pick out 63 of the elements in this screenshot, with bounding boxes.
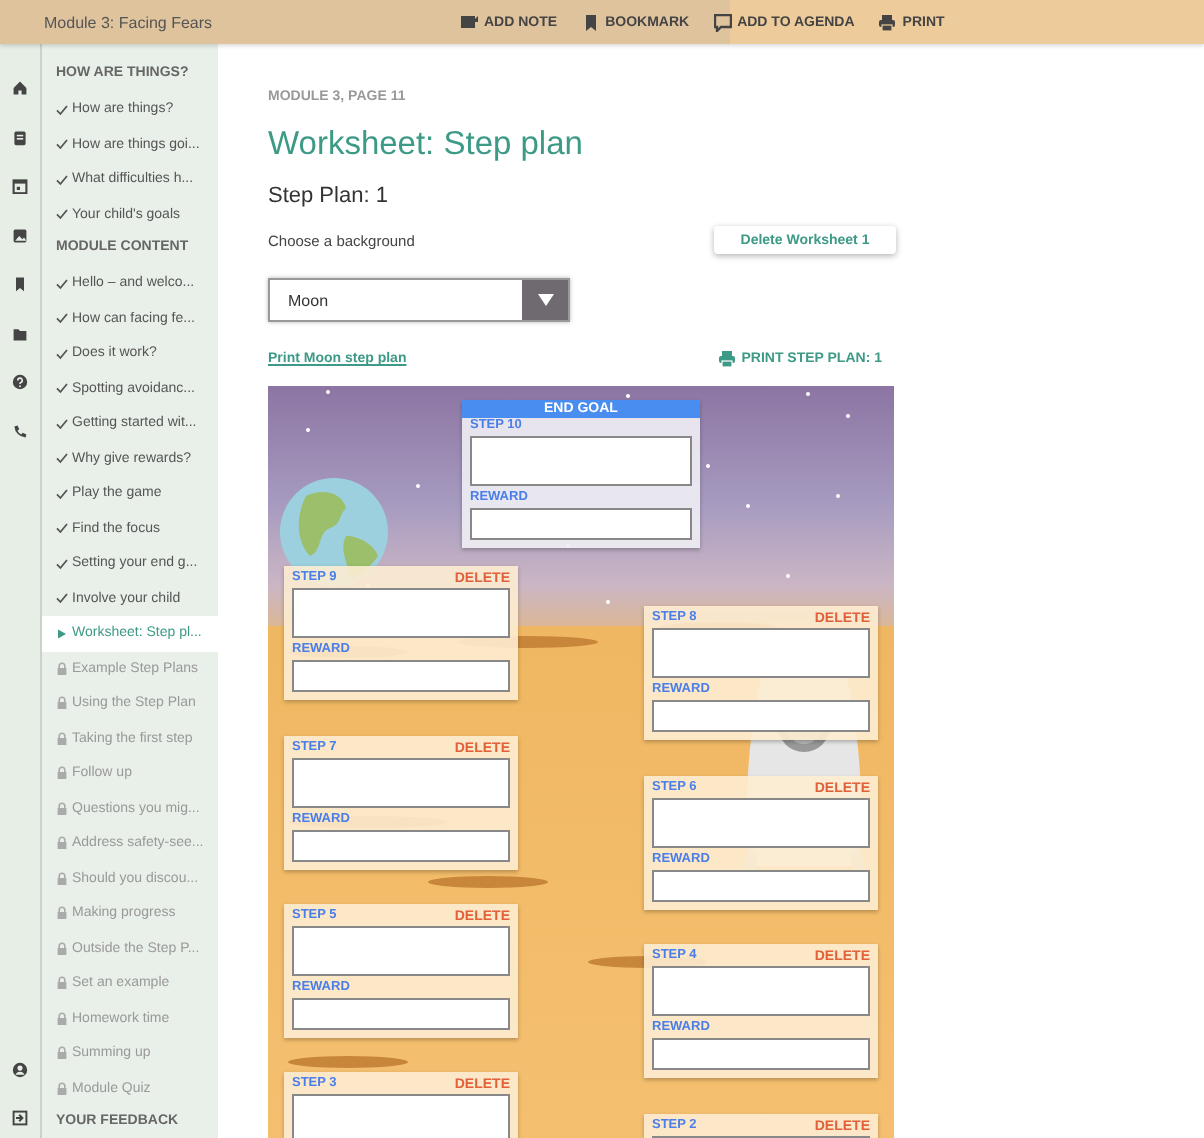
- lock-icon: [56, 1011, 68, 1026]
- reward-field[interactable]: [292, 998, 510, 1030]
- caret-icon: [537, 294, 553, 306]
- check-icon: [56, 347, 68, 360]
- check-icon: [56, 208, 68, 221]
- lock-icon: [56, 941, 68, 956]
- check-icon: [56, 417, 68, 430]
- check-icon: [56, 522, 68, 535]
- step-field[interactable]: [292, 1094, 510, 1138]
- user-icon[interactable]: [12, 1062, 28, 1078]
- reward-field[interactable]: [652, 700, 870, 732]
- reward-field[interactable]: [292, 660, 510, 692]
- check-icon: [56, 382, 68, 395]
- lock-icon: [56, 1046, 68, 1061]
- folder-icon[interactable]: [12, 325, 28, 341]
- reward-field[interactable]: [652, 870, 870, 902]
- help-icon[interactable]: [12, 374, 28, 390]
- lock-icon: [56, 1081, 68, 1096]
- reward-field[interactable]: [652, 1038, 870, 1070]
- check-icon: [56, 138, 68, 151]
- check-icon: [56, 277, 68, 290]
- lock-icon: [56, 871, 68, 886]
- printer-icon: [717, 350, 736, 368]
- home-icon[interactable]: [12, 80, 28, 96]
- module-title: Module 3: Facing Fears: [42, 13, 215, 31]
- lock-icon: [56, 661, 68, 676]
- check-icon: [56, 452, 68, 465]
- check-icon: [56, 592, 68, 605]
- step-field[interactable]: [292, 758, 510, 808]
- lock-icon: [56, 906, 68, 921]
- lock-icon: [56, 696, 68, 711]
- phone-icon[interactable]: [12, 423, 28, 439]
- background-dropdown[interactable]: Moon: [268, 278, 570, 322]
- bookmark-icon[interactable]: [12, 276, 28, 292]
- step-field[interactable]: [652, 798, 870, 848]
- check-icon: [56, 487, 68, 500]
- image-icon[interactable]: [12, 227, 28, 243]
- exit-icon[interactable]: [12, 1110, 28, 1126]
- calendar-icon[interactable]: [12, 178, 28, 194]
- step-field[interactable]: [470, 436, 692, 486]
- check-icon: [56, 173, 68, 186]
- clipboard-icon[interactable]: [12, 129, 28, 145]
- lock-icon: [56, 766, 68, 781]
- reward-field[interactable]: [292, 830, 510, 862]
- lock-icon: [56, 801, 68, 816]
- check-icon: [56, 103, 68, 116]
- bookmark-icon: [581, 13, 600, 31]
- lock-icon: [56, 731, 68, 746]
- step-field[interactable]: [292, 926, 510, 976]
- page-title: Worksheet: Step plan: [268, 126, 585, 164]
- step-field[interactable]: [292, 588, 510, 638]
- check-icon: [56, 312, 68, 325]
- step-field[interactable]: [652, 628, 870, 678]
- lock-icon: [56, 976, 68, 991]
- lock-icon: [56, 836, 68, 851]
- check-icon: [56, 557, 68, 570]
- speech-bubble-icon: [713, 13, 732, 31]
- step-field[interactable]: [652, 966, 870, 1016]
- subtitle: Step Plan: 1: [268, 184, 390, 208]
- play-icon: [56, 627, 68, 640]
- note-icon: [460, 13, 478, 31]
- reward-field[interactable]: [470, 508, 692, 540]
- printer-icon: [878, 13, 897, 31]
